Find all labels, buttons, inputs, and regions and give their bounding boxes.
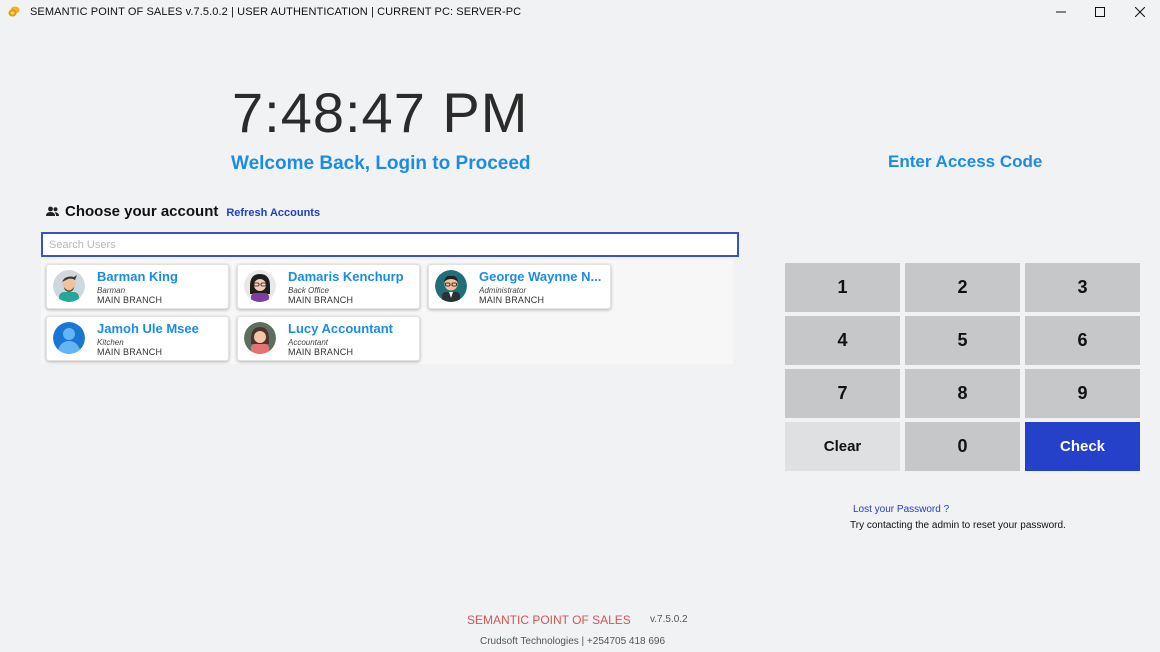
user-card-jamoh-ule-msee[interactable]: Jamoh Ule Msee Kitchen MAIN BRANCH: [46, 316, 229, 361]
check-button[interactable]: Check: [1025, 422, 1140, 471]
keypad-key-4[interactable]: 4: [785, 316, 900, 365]
keypad-key-8[interactable]: 8: [905, 369, 1020, 418]
minimize-icon: [1056, 11, 1066, 13]
footer-company: Crudsoft Technologies | +254705 418 696: [480, 636, 666, 647]
user-card-barman-king[interactable]: Barman King Barman MAIN BRANCH: [46, 264, 229, 309]
clear-button[interactable]: Clear: [785, 422, 900, 471]
user-branch: MAIN BRANCH: [97, 347, 163, 357]
search-users-input[interactable]: [41, 232, 739, 257]
user-branch: MAIN BRANCH: [288, 347, 354, 357]
pos-app-icon: [8, 6, 20, 17]
avatar: [244, 270, 276, 302]
user-name: Jamoh Ule Msee: [97, 321, 199, 336]
keypad-key-3[interactable]: 3: [1025, 263, 1140, 312]
accountant-avatar-icon: [244, 322, 276, 354]
administrator-avatar-icon: [435, 270, 467, 302]
user-card-george-waynne[interactable]: George Waynne N... Administrator MAIN BR…: [428, 264, 611, 309]
user-name: Damaris Kenchurp: [288, 269, 404, 284]
avatar: [53, 270, 85, 302]
back-office-avatar-icon: [244, 270, 276, 302]
footer-app-name: SEMANTIC POINT OF SALES: [467, 613, 631, 627]
welcome-message: Welcome Back, Login to Proceed: [231, 153, 531, 174]
avatar: [244, 322, 276, 354]
avatar: [53, 322, 85, 354]
kitchen-avatar-icon: [53, 322, 85, 354]
window-title: SEMANTIC POINT OF SALES v.7.5.0.2 | USER…: [30, 6, 522, 18]
choose-account-title: Choose your account: [65, 203, 219, 220]
keypad-key-9[interactable]: 9: [1025, 369, 1140, 418]
barman-avatar-icon: [53, 270, 85, 302]
maximize-icon: [1095, 7, 1105, 17]
footer-version: v.7.5.0.2: [650, 614, 688, 625]
user-name: George Waynne N...: [479, 269, 602, 284]
user-role: Accountant: [288, 338, 329, 347]
avatar: [435, 270, 467, 302]
users-panel: Barman King Barman MAIN BRANCH Damaris K…: [41, 260, 733, 364]
keypad-key-7[interactable]: 7: [785, 369, 900, 418]
keypad-key-1[interactable]: 1: [785, 263, 900, 312]
user-branch: MAIN BRANCH: [97, 295, 163, 305]
user-name: Lucy Accountant: [288, 321, 393, 336]
user-branch: MAIN BRANCH: [288, 295, 354, 305]
user-role: Administrator: [479, 286, 527, 295]
refresh-accounts-link[interactable]: Refresh Accounts: [226, 207, 320, 219]
reset-password-hint: Try contacting the admin to reset your p…: [850, 520, 1066, 531]
user-role: Barman: [97, 286, 126, 295]
close-icon: [1135, 7, 1145, 17]
title-bar: SEMANTIC POINT OF SALES v.7.5.0.2 | USER…: [0, 0, 1160, 24]
user-card-lucy-accountant[interactable]: Lucy Accountant Accountant MAIN BRANCH: [237, 316, 420, 361]
user-role: Kitchen: [97, 338, 124, 347]
close-button[interactable]: [1117, 0, 1160, 24]
user-branch: MAIN BRANCH: [479, 295, 545, 305]
keypad-key-2[interactable]: 2: [905, 263, 1020, 312]
access-code-title: Enter Access Code: [888, 152, 1043, 171]
keypad-key-6[interactable]: 6: [1025, 316, 1140, 365]
lost-password-link[interactable]: Lost your Password ?: [853, 504, 949, 515]
user-card-damaris-kenchurp[interactable]: Damaris Kenchurp Back Office MAIN BRANCH: [237, 264, 420, 309]
user-name: Barman King: [97, 269, 178, 284]
user-role: Back Office: [288, 286, 329, 295]
users-icon: [46, 206, 59, 216]
keypad-key-0[interactable]: 0: [905, 422, 1020, 471]
keypad-key-5[interactable]: 5: [905, 316, 1020, 365]
clock: 7:48:47 PM: [232, 81, 529, 144]
choose-account-header: Choose your account Refresh Accounts: [46, 203, 320, 220]
